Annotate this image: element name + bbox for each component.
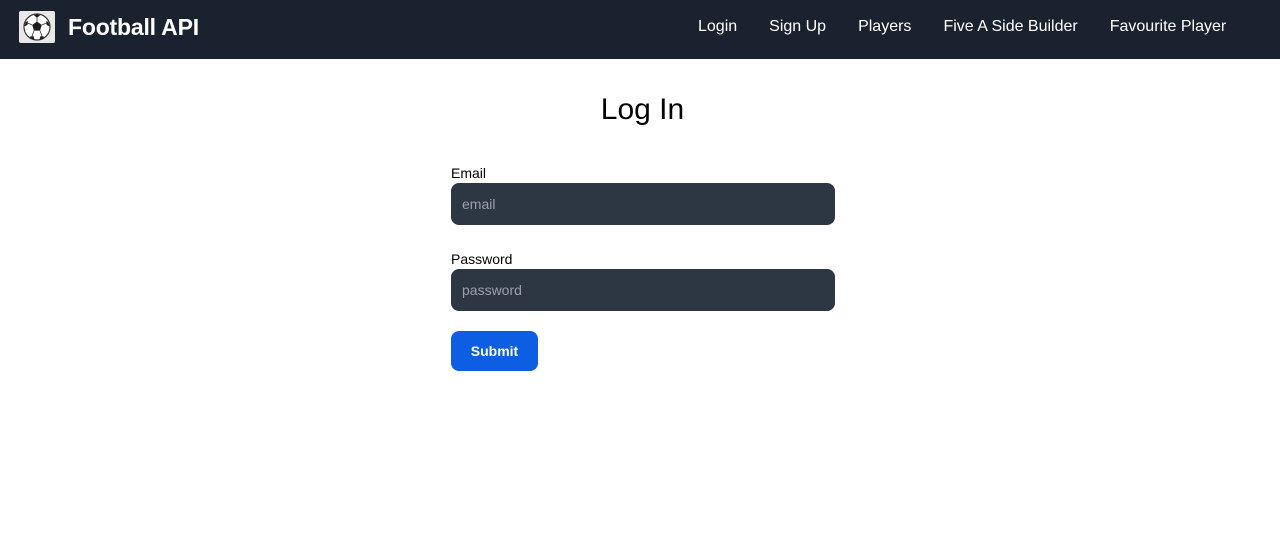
- nav-links: Login Sign Up Players Five A Side Builde…: [682, 0, 1242, 59]
- nav-link-favourite-player[interactable]: Favourite Player: [1094, 17, 1243, 37]
- nav-link-players[interactable]: Players: [842, 17, 927, 37]
- submit-button[interactable]: Submit: [451, 331, 538, 371]
- brand-link[interactable]: Football API: [19, 11, 199, 43]
- password-input[interactable]: [451, 269, 835, 311]
- soccer-ball-icon: [19, 11, 55, 43]
- password-field-group: Password: [451, 249, 835, 311]
- nav-link-login[interactable]: Login: [682, 17, 753, 37]
- email-field-group: Email: [451, 163, 835, 225]
- password-label: Password: [451, 251, 513, 267]
- brand-title: Football API: [68, 14, 199, 40]
- email-input[interactable]: [451, 183, 835, 225]
- email-label: Email: [451, 165, 487, 181]
- top-navbar: Football API Login Sign Up Players Five …: [0, 0, 1280, 59]
- main-content: Log In Email Password Submit: [0, 59, 1280, 537]
- login-form: Email Password Submit: [451, 163, 835, 371]
- nav-link-sign-up[interactable]: Sign Up: [753, 17, 842, 37]
- page-title: Log In: [600, 93, 685, 126]
- nav-link-five-a-side-builder[interactable]: Five A Side Builder: [927, 17, 1093, 37]
